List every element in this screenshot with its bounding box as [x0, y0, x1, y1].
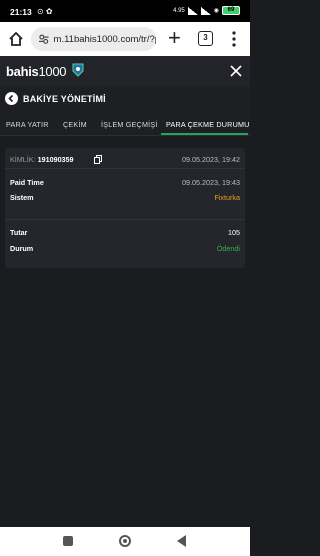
new-tab-button[interactable]: +	[168, 27, 181, 49]
main-content: KİMLİK: 191090359 09.05.2023, 19:42 Paid…	[0, 136, 250, 527]
system-value: Fixturka	[214, 193, 240, 202]
active-tab-indicator	[161, 133, 248, 135]
copy-icon[interactable]	[94, 155, 102, 164]
id-label: KİMLİK: 191090359	[10, 155, 74, 164]
id-value: 191090359	[37, 155, 74, 164]
amount-value: 105	[228, 228, 240, 237]
card-divider	[5, 219, 245, 220]
tab-withdrawal-status[interactable]: PARA ÇEKME DURUMU	[166, 120, 250, 129]
recent-apps-icon[interactable]	[63, 536, 73, 546]
logo-text: bahis	[6, 64, 39, 79]
system-label: Sistem	[10, 193, 34, 202]
home-icon[interactable]	[8, 31, 24, 47]
logo-number: 1000	[38, 64, 67, 79]
tab-transaction-history[interactable]: İŞLEM GEÇMİŞİ	[101, 120, 158, 129]
back-button[interactable]	[5, 92, 18, 105]
battery-icon: 69	[222, 6, 240, 15]
id-label-text: KİMLİK:	[10, 155, 36, 164]
home-nav-icon[interactable]	[119, 535, 131, 547]
amount-label: Tutar	[10, 228, 28, 237]
wifi-icon: ◉	[213, 8, 219, 14]
created-date: 09.05.2023, 19:42	[182, 155, 240, 164]
notification-icons: ⊙ ✿	[37, 7, 53, 16]
tab-bar: PARA YATIR ÇEKİM İŞLEM GEÇMİŞİ PARA ÇEKM…	[0, 112, 250, 136]
site-info-icon[interactable]	[38, 33, 50, 45]
browser-toolbar: m.11bahis1000.com/tr/?p + 3	[0, 22, 250, 56]
address-bar[interactable]: m.11bahis1000.com/tr/?p	[31, 27, 156, 51]
status-label: Durum	[10, 244, 34, 253]
site-logo[interactable]: bahis1000	[6, 64, 67, 79]
tab-deposit[interactable]: PARA YATIR	[6, 120, 49, 129]
signal-icon-2	[200, 6, 211, 15]
paid-time-label: Paid Time	[10, 178, 44, 187]
android-nav-bar	[0, 527, 250, 556]
license-badge-icon	[72, 63, 84, 77]
card-header: KİMLİK: 191090359 09.05.2023, 19:42	[5, 148, 245, 169]
network-speed: 4.95	[173, 7, 185, 14]
status-time: 21:13	[10, 7, 32, 17]
status-value: Ödendi	[216, 244, 240, 253]
url-text: m.11bahis1000.com/tr/?p	[53, 33, 156, 45]
status-right: 4.95 ◉ 69	[173, 6, 240, 15]
back-nav-icon[interactable]	[177, 535, 186, 547]
page-header: BAKİYE YÖNETİMİ	[0, 86, 250, 112]
withdrawal-card: KİMLİK: 191090359 09.05.2023, 19:42 Paid…	[5, 148, 245, 268]
page-title: BAKİYE YÖNETİMİ	[23, 94, 106, 104]
paid-time-value: 09.05.2023, 19:43	[182, 178, 240, 187]
tab-switcher-button[interactable]: 3	[198, 31, 213, 46]
site-header: bahis1000	[0, 56, 250, 86]
close-icon[interactable]	[229, 64, 243, 78]
tab-withdraw[interactable]: ÇEKİM	[63, 120, 87, 129]
more-menu-icon[interactable]	[232, 30, 236, 48]
status-bar: 21:13 ⊙ ✿ 4.95 ◉ 69	[0, 0, 250, 22]
signal-icon	[187, 6, 198, 15]
